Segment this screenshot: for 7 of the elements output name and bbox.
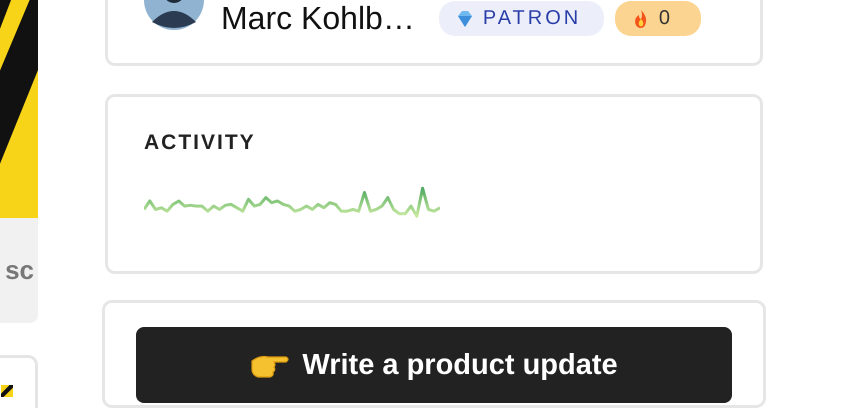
user-name: Marc Kohlb… [221,0,415,36]
write-update-button[interactable]: Write a product update [136,327,732,403]
streak-badge: 0 [614,1,701,36]
section-title: ACTIVITY [144,131,257,155]
card-title: sc [5,255,34,286]
stripe-icon [1,384,13,398]
patron-badge: PATRON [438,1,604,36]
